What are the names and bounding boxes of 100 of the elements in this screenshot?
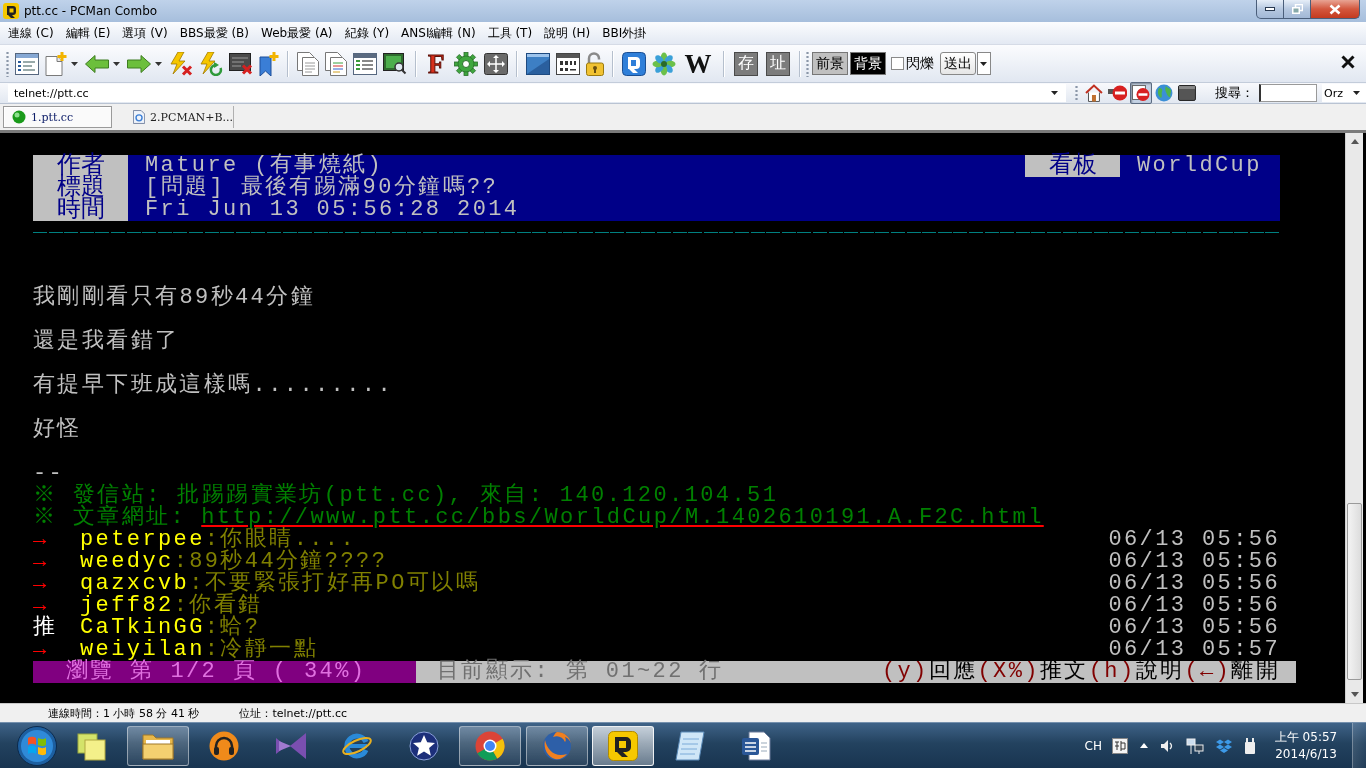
caret-up-icon[interactable]	[1140, 743, 1148, 748]
menu-item[interactable]: 工具 (T)	[481, 24, 539, 42]
url-link[interactable]: http://www.ptt.cc/bbs/WorldCup/M.1402610191.A.F2C.html	[201, 507, 1044, 529]
comment-time: 06/13 05:56	[1108, 529, 1280, 551]
menu-item[interactable]: Web最愛 (A)	[255, 24, 339, 42]
left-arrow-icon[interactable]	[85, 54, 109, 73]
terminal-cross-icon[interactable]	[229, 52, 253, 75]
padlock-icon[interactable]	[585, 51, 604, 76]
toolbar-button[interactable]: F	[426, 50, 447, 77]
checkbox[interactable]	[890, 57, 904, 70]
address-field[interactable]: telnet://ptt.cc	[8, 84, 1066, 102]
gear-icon[interactable]	[453, 51, 478, 76]
scrollbar[interactable]	[1345, 133, 1363, 703]
menu-item[interactable]: BBI外掛	[596, 24, 653, 42]
key-hint: (y)	[881, 661, 929, 683]
caret-icon[interactable]	[155, 61, 162, 66]
document-icon	[741, 730, 771, 761]
colored-pages-icon[interactable]	[325, 51, 347, 76]
show-desktop-button[interactable]	[1352, 723, 1366, 768]
gradient-window-icon[interactable]	[525, 52, 550, 75]
toolbar-button[interactable]: 址	[765, 51, 790, 76]
caret-icon	[980, 61, 987, 66]
move-arrows-icon[interactable]	[483, 52, 508, 75]
send-button[interactable]: 送出	[939, 52, 976, 75]
bookmark-plus-icon[interactable]	[259, 51, 279, 76]
speaker-icon[interactable]	[1160, 738, 1174, 753]
comment-tag: →	[33, 639, 49, 661]
copy-icon[interactable]	[297, 51, 319, 76]
restore-button[interactable]	[1284, 0, 1311, 19]
window-title: ptt.cc - PCMan Combo	[24, 4, 158, 18]
notepad-icon	[674, 730, 705, 761]
toolbar-button[interactable]: W	[682, 50, 714, 77]
menu-item[interactable]: 連線 (C)	[2, 24, 60, 42]
app-tile-icon	[608, 730, 638, 761]
body-line: 我剛剛看只有89秒44分鐘	[33, 287, 315, 309]
header-value: [問題] 最後有踢滿90分鐘嗎??	[144, 177, 499, 199]
network-icon[interactable]	[1186, 737, 1204, 754]
caret-icon	[1050, 91, 1058, 95]
symbols-window-icon[interactable]	[555, 52, 580, 75]
right-arrow-icon[interactable]	[127, 54, 151, 73]
key-hint: (h)	[1088, 661, 1136, 683]
menu-item[interactable]: 選項 (V)	[116, 24, 174, 42]
list-window-icon[interactable]	[15, 52, 39, 75]
body-line: 還是我看錯了	[33, 331, 180, 353]
taskbar-button[interactable]	[126, 725, 189, 766]
close-icon[interactable]	[1341, 55, 1355, 69]
tab[interactable]: 1.ptt.cc	[3, 106, 112, 128]
menu-item[interactable]: 編輯 (E)	[59, 24, 117, 42]
signature-divider: --	[33, 463, 65, 485]
lightning-arrow-icon[interactable]	[199, 51, 223, 76]
comment-time: 06/13 05:56	[1108, 595, 1280, 617]
header-value: WorldCup	[1136, 155, 1263, 177]
caret-icon[interactable]	[113, 61, 120, 66]
comment-time: 06/13 05:56	[1108, 617, 1280, 639]
flower-icon[interactable]	[651, 51, 676, 76]
new-page-icon[interactable]	[45, 51, 67, 76]
checkbox-label: 閃爍	[905, 54, 934, 73]
menu-item[interactable]: BBS最愛 (B)	[173, 24, 255, 42]
caret-icon[interactable]	[71, 61, 78, 66]
comment-time: 06/13 05:56	[1108, 551, 1280, 573]
comment-user: jeff82	[80, 595, 174, 617]
minimize-button[interactable]	[1256, 0, 1284, 19]
tab[interactable]: 2.PCMAN+B...	[125, 106, 234, 128]
color-button[interactable]: 前景	[811, 52, 848, 75]
comment-time: 06/13 05:56	[1108, 573, 1280, 595]
comment-tag: →	[33, 573, 49, 595]
language-indicator[interactable]: CH	[1084, 738, 1102, 753]
toolbar-button[interactable]: 存	[733, 51, 758, 76]
logo-tile-icon[interactable]	[621, 51, 646, 76]
close-icon	[1329, 3, 1341, 15]
page-no-entry-icon[interactable]	[1130, 82, 1153, 104]
color-button[interactable]: 背景	[849, 52, 886, 75]
screen-magnifier-icon[interactable]	[383, 52, 407, 75]
terminal-window-icon[interactable]	[1176, 83, 1199, 103]
menu-item[interactable]: ANSI編輯 (N)	[395, 24, 482, 42]
key-action: 推文	[1039, 661, 1089, 683]
menu-item[interactable]: 說明 (H)	[538, 24, 597, 42]
lightning-cross-icon[interactable]	[169, 51, 193, 76]
taskbar-button[interactable]	[592, 725, 654, 766]
comment-text: :冷靜一點	[204, 639, 319, 661]
logo-icon	[3, 3, 19, 19]
no-entry-icon[interactable]	[1105, 83, 1130, 103]
minimize-icon	[1265, 7, 1275, 11]
search-engine-dropdown[interactable]: Orz	[1322, 84, 1366, 102]
scroll-up-icon[interactable]	[1350, 139, 1359, 144]
bowtie-icon	[275, 732, 306, 759]
character-tile-icon[interactable]	[1112, 737, 1128, 754]
menu-item[interactable]: 紀錄 (Y)	[338, 24, 396, 42]
scrollbar-thumb[interactable]	[1347, 503, 1362, 680]
power-plug-icon[interactable]	[1244, 737, 1256, 754]
start-button[interactable]	[17, 725, 57, 766]
document-list-icon[interactable]	[353, 52, 377, 75]
scroll-down-icon[interactable]	[1350, 692, 1359, 697]
taskbar-button[interactable]	[459, 725, 521, 766]
dropdown-button[interactable]	[976, 52, 991, 75]
close-button[interactable]	[1311, 0, 1360, 19]
open-box-icon[interactable]	[1216, 738, 1232, 753]
search-field[interactable]	[1259, 84, 1317, 102]
tricolor-circle-icon	[475, 730, 505, 761]
headphones-icon	[209, 730, 239, 761]
